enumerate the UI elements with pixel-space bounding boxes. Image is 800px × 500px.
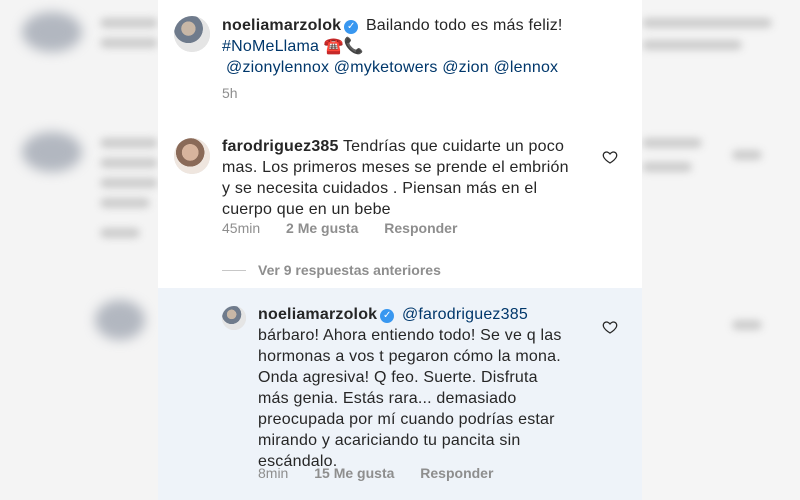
blurred-avatar xyxy=(22,12,82,52)
heart-icon[interactable] xyxy=(602,319,618,335)
blurred-text xyxy=(100,158,158,168)
comment-reply-button[interactable]: Responder xyxy=(384,220,457,236)
blurred-text xyxy=(732,150,762,160)
post-caption-text: Bailando todo es más feliz! xyxy=(365,17,563,34)
reply-mention[interactable]: @farodriguez385 xyxy=(402,306,528,323)
blurred-text xyxy=(642,138,702,148)
reply-line-2: hormonas a vos t pegaron cómo la mona. xyxy=(258,348,561,365)
blurred-avatar xyxy=(95,300,145,340)
comment-line-2: mas. Los primeros meses se prende el emb… xyxy=(222,159,569,176)
comments-panel: noeliamarzolok ✓ Bailando todo es más fel… xyxy=(158,0,642,500)
reply-line-4: más genia. Estás rara... demasiado xyxy=(258,390,517,407)
blurred-text xyxy=(100,198,150,208)
reply-author-avatar[interactable] xyxy=(222,306,246,330)
post-timestamp: 5h xyxy=(222,85,238,101)
reply-time: 8min xyxy=(258,465,289,481)
post-emojis: ☎️📞 xyxy=(323,38,365,55)
verified-badge-icon: ✓ xyxy=(344,20,359,34)
comment-meta: 45min 2 Me gusta Responder xyxy=(222,220,479,236)
verified-badge-icon: ✓ xyxy=(380,309,395,323)
right-blurred-panel xyxy=(642,0,800,500)
reply-line-6: mirando y acariciando tu pancita sin xyxy=(258,432,521,449)
blurred-text xyxy=(642,40,742,50)
blurred-text xyxy=(732,320,762,330)
reply-body: noeliamarzolok ✓ @farodriguez385 bárbaro!… xyxy=(258,304,603,472)
post-time: 5h xyxy=(222,85,260,101)
heart-icon[interactable] xyxy=(602,149,618,165)
blurred-text xyxy=(642,18,772,28)
comment-body: farodriguez385 Tendrías que cuidarte un … xyxy=(222,136,602,220)
comment-likes[interactable]: 2 Me gusta xyxy=(286,220,358,236)
reply-meta: 8min 15 Me gusta Responder xyxy=(258,465,515,481)
post-mentions[interactable]: @zionylennox @myketowers @zion @lennox xyxy=(226,59,558,76)
view-replies-button[interactable]: Ver 9 respuestas anteriores xyxy=(258,262,441,278)
reply-line-1: bárbaro! Ahora entiendo todo! Se ve q la… xyxy=(258,327,562,344)
comment-line-4: cuerpo que en un bebe xyxy=(222,201,391,218)
post-hashtag[interactable]: #NoMeLlama xyxy=(222,38,319,55)
comment-line-1: Tendrías que cuidarte un poco xyxy=(342,138,565,155)
commenter-avatar[interactable] xyxy=(174,138,210,174)
blurred-text xyxy=(100,138,158,148)
blurred-text xyxy=(100,228,140,238)
blurred-text xyxy=(100,38,158,48)
blurred-text xyxy=(100,178,158,188)
replies-divider xyxy=(222,270,246,271)
left-blurred-panel xyxy=(0,0,158,500)
post-caption: noeliamarzolok ✓ Bailando todo es más fel… xyxy=(222,15,632,78)
comment-time: 45min xyxy=(222,220,261,236)
post-author-username[interactable]: noeliamarzolok xyxy=(222,17,341,34)
comment-username[interactable]: farodriguez385 xyxy=(222,138,339,155)
reply-reply-button[interactable]: Responder xyxy=(420,465,493,481)
reply-username[interactable]: noeliamarzolok xyxy=(258,306,377,323)
blurred-text xyxy=(642,162,692,172)
reply-line-3: Onda agresiva! Q feo. Suerte. Disfruta xyxy=(258,369,538,386)
post-author-avatar[interactable] xyxy=(174,16,210,52)
blurred-avatar xyxy=(22,132,82,172)
comment-line-3: y se necesita cuidados . Piensan más en … xyxy=(222,180,538,197)
blurred-text xyxy=(100,18,158,28)
reply-likes[interactable]: 15 Me gusta xyxy=(314,465,394,481)
reply-line-5: preocupada por mí cuando podrías estar xyxy=(258,411,555,428)
